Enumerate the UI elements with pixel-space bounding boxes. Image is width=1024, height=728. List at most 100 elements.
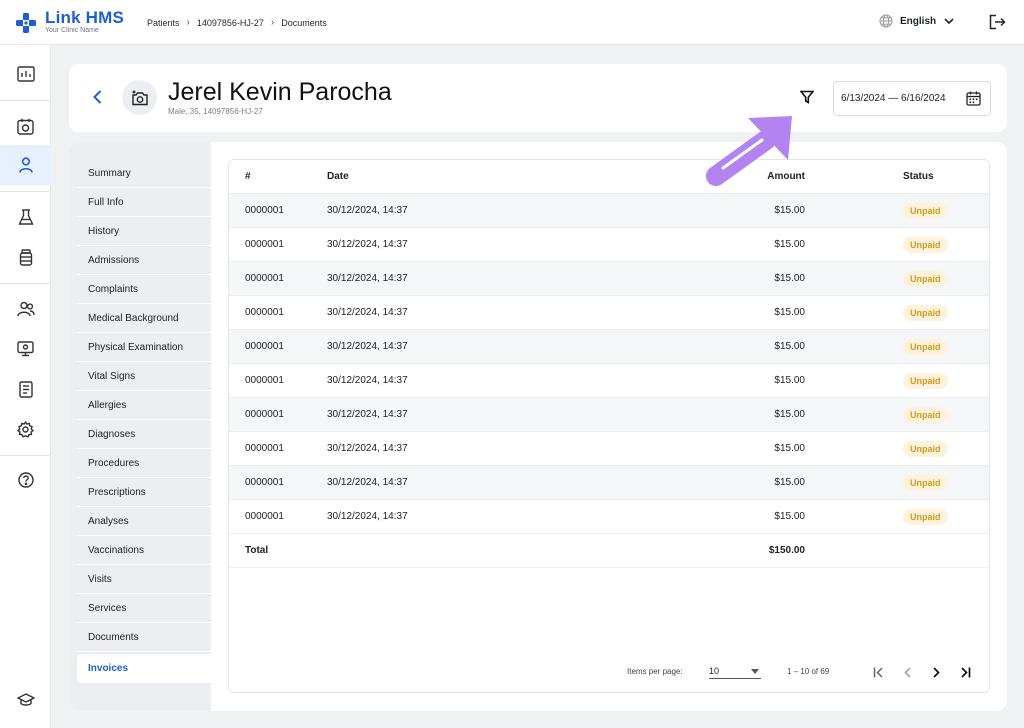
total-amount: $150.00 (768, 545, 805, 556)
next-page-icon[interactable] (926, 662, 946, 682)
breadcrumb-patient-id[interactable]: 14097856-HJ-27 (197, 18, 264, 28)
pagination: Items per page: 10 1 – 10 of 69 (229, 660, 989, 684)
dashboard-icon[interactable] (0, 54, 51, 94)
avatar-add-photo-icon[interactable] (122, 80, 157, 115)
table-row[interactable]: 0000001 30/12/2024, 14:37 $15.00 Unpaid (229, 262, 989, 296)
filter-icon[interactable] (799, 90, 815, 109)
cell-amount: $15.00 (774, 205, 805, 216)
status-badge: Unpaid (903, 270, 948, 287)
column-header-status[interactable]: Status (903, 171, 934, 182)
subnav-item-admissions[interactable]: Admissions (77, 246, 211, 275)
cell-number: 0000001 (245, 409, 284, 420)
subnav-item-full-info[interactable]: Full Info (77, 188, 211, 217)
patient-name: Jerel Kevin Parocha (168, 78, 392, 106)
subnav-item-analyses[interactable]: Analyses (77, 507, 211, 536)
cell-number: 0000001 (245, 341, 284, 352)
subnav-item-vital-signs[interactable]: Vital Signs (77, 362, 211, 391)
table-row[interactable]: 0000001 30/12/2024, 14:37 $15.00 Unpaid (229, 194, 989, 228)
top-bar: Link HMS Your Clinic Name Patients › 140… (0, 0, 1024, 45)
lab-flask-icon[interactable] (0, 197, 51, 237)
cell-date: 30/12/2024, 14:37 (327, 273, 408, 284)
subnav-item-physical-examination[interactable]: Physical Examination (77, 333, 211, 362)
rail-divider (0, 455, 51, 456)
medicine-bottle-icon[interactable] (0, 237, 51, 277)
cell-amount: $15.00 (774, 307, 805, 318)
status-badge: Unpaid (903, 508, 948, 525)
subnav-item-vaccinations[interactable]: Vaccinations (77, 536, 211, 565)
app-logo[interactable]: Link HMS Your Clinic Name (16, 9, 124, 34)
table-total-row: Total $150.00 (229, 534, 989, 568)
dropdown-caret-icon (751, 669, 759, 674)
status-badge: Unpaid (903, 304, 948, 321)
cell-date: 30/12/2024, 14:37 (327, 511, 408, 522)
breadcrumb: Patients › 14097856-HJ-27 › Documents (147, 17, 327, 28)
subnav-item-allergies[interactable]: Allergies (77, 391, 211, 420)
last-page-icon[interactable] (955, 662, 975, 682)
subnav-item-medical-background[interactable]: Medical Background (77, 304, 211, 333)
language-selector[interactable]: English (879, 14, 961, 28)
page-range-label: 1 – 10 of 69 (787, 667, 830, 676)
logo-cross-icon (16, 13, 36, 33)
rail-divider (0, 100, 51, 101)
help-icon[interactable] (0, 460, 51, 500)
subnav-item-history[interactable]: History (77, 217, 211, 246)
previous-page-icon[interactable] (898, 662, 918, 682)
table-row[interactable]: 0000001 30/12/2024, 14:37 $15.00 Unpaid (229, 364, 989, 398)
subnav-item-diagnoses[interactable]: Diagnoses (77, 420, 211, 449)
items-per-page-select[interactable]: 10 (709, 663, 761, 679)
table-row[interactable]: 0000001 30/12/2024, 14:37 $15.00 Unpaid (229, 432, 989, 466)
cell-number: 0000001 (245, 375, 284, 386)
rail-divider (0, 283, 51, 284)
first-page-icon[interactable] (869, 662, 889, 682)
patient-meta: Male, 35, 14097856-HJ-27 (168, 107, 263, 116)
subnav-item-summary[interactable]: Summary (77, 159, 211, 188)
monitor-icon[interactable] (0, 329, 51, 369)
column-header-number[interactable]: # (245, 171, 251, 182)
table-row[interactable]: 0000001 30/12/2024, 14:37 $15.00 Unpaid (229, 330, 989, 364)
breadcrumb-patients[interactable]: Patients (147, 18, 180, 28)
cell-number: 0000001 (245, 205, 284, 216)
subnav-item-procedures[interactable]: Procedures (77, 449, 211, 478)
report-icon[interactable] (0, 369, 51, 409)
calendar-icon[interactable] (966, 91, 981, 109)
cell-number: 0000001 (245, 477, 284, 488)
table-row[interactable]: 0000001 30/12/2024, 14:37 $15.00 Unpaid (229, 228, 989, 262)
subnav-item-documents[interactable]: Documents (77, 623, 211, 652)
table-row[interactable]: 0000001 30/12/2024, 14:37 $15.00 Unpaid (229, 398, 989, 432)
breadcrumb-separator-icon: › (186, 17, 190, 28)
rail-divider (0, 191, 51, 192)
status-badge: Unpaid (903, 236, 948, 253)
users-icon[interactable] (0, 289, 51, 329)
subnav-item-invoices[interactable]: Invoices (77, 654, 211, 683)
cell-amount: $15.00 (774, 477, 805, 488)
logout-icon[interactable] (989, 14, 1006, 35)
cell-date: 30/12/2024, 14:37 (327, 409, 408, 420)
column-header-date[interactable]: Date (327, 171, 349, 182)
table-row[interactable]: 0000001 30/12/2024, 14:37 $15.00 Unpaid (229, 466, 989, 500)
cell-date: 30/12/2024, 14:37 (327, 307, 408, 318)
calendar-icon[interactable] (0, 106, 51, 146)
table-row[interactable]: 0000001 30/12/2024, 14:37 $15.00 Unpaid (229, 296, 989, 330)
graduation-cap-icon[interactable] (0, 680, 51, 720)
cell-date: 30/12/2024, 14:37 (327, 341, 408, 352)
breadcrumb-documents[interactable]: Documents (281, 18, 327, 28)
cell-date: 30/12/2024, 14:37 (327, 375, 408, 386)
total-label: Total (245, 545, 269, 556)
subnav-item-visits[interactable]: Visits (77, 565, 211, 594)
date-range-picker[interactable]: 6/13/2024 — 6/16/2024 (833, 81, 991, 116)
back-arrow-icon[interactable] (89, 88, 107, 111)
patient-header-card: Jerel Kevin Parocha Male, 35, 14097856-H… (69, 64, 1007, 132)
cell-amount: $15.00 (774, 409, 805, 420)
table-row[interactable]: 0000001 30/12/2024, 14:37 $15.00 Unpaid (229, 500, 989, 534)
subnav-item-prescriptions[interactable]: Prescriptions (77, 478, 211, 507)
user-icon[interactable] (0, 145, 51, 185)
cell-amount: $15.00 (774, 341, 805, 352)
cell-date: 30/12/2024, 14:37 (327, 477, 408, 488)
subnav-item-services[interactable]: Services (77, 594, 211, 623)
subnav-item-complaints[interactable]: Complaints (77, 275, 211, 304)
cell-amount: $15.00 (774, 443, 805, 454)
main-content-card: Summary Full Info History Admissions Com… (69, 142, 1007, 711)
cell-number: 0000001 (245, 443, 284, 454)
cell-amount: $15.00 (774, 273, 805, 284)
settings-icon[interactable] (0, 409, 51, 449)
